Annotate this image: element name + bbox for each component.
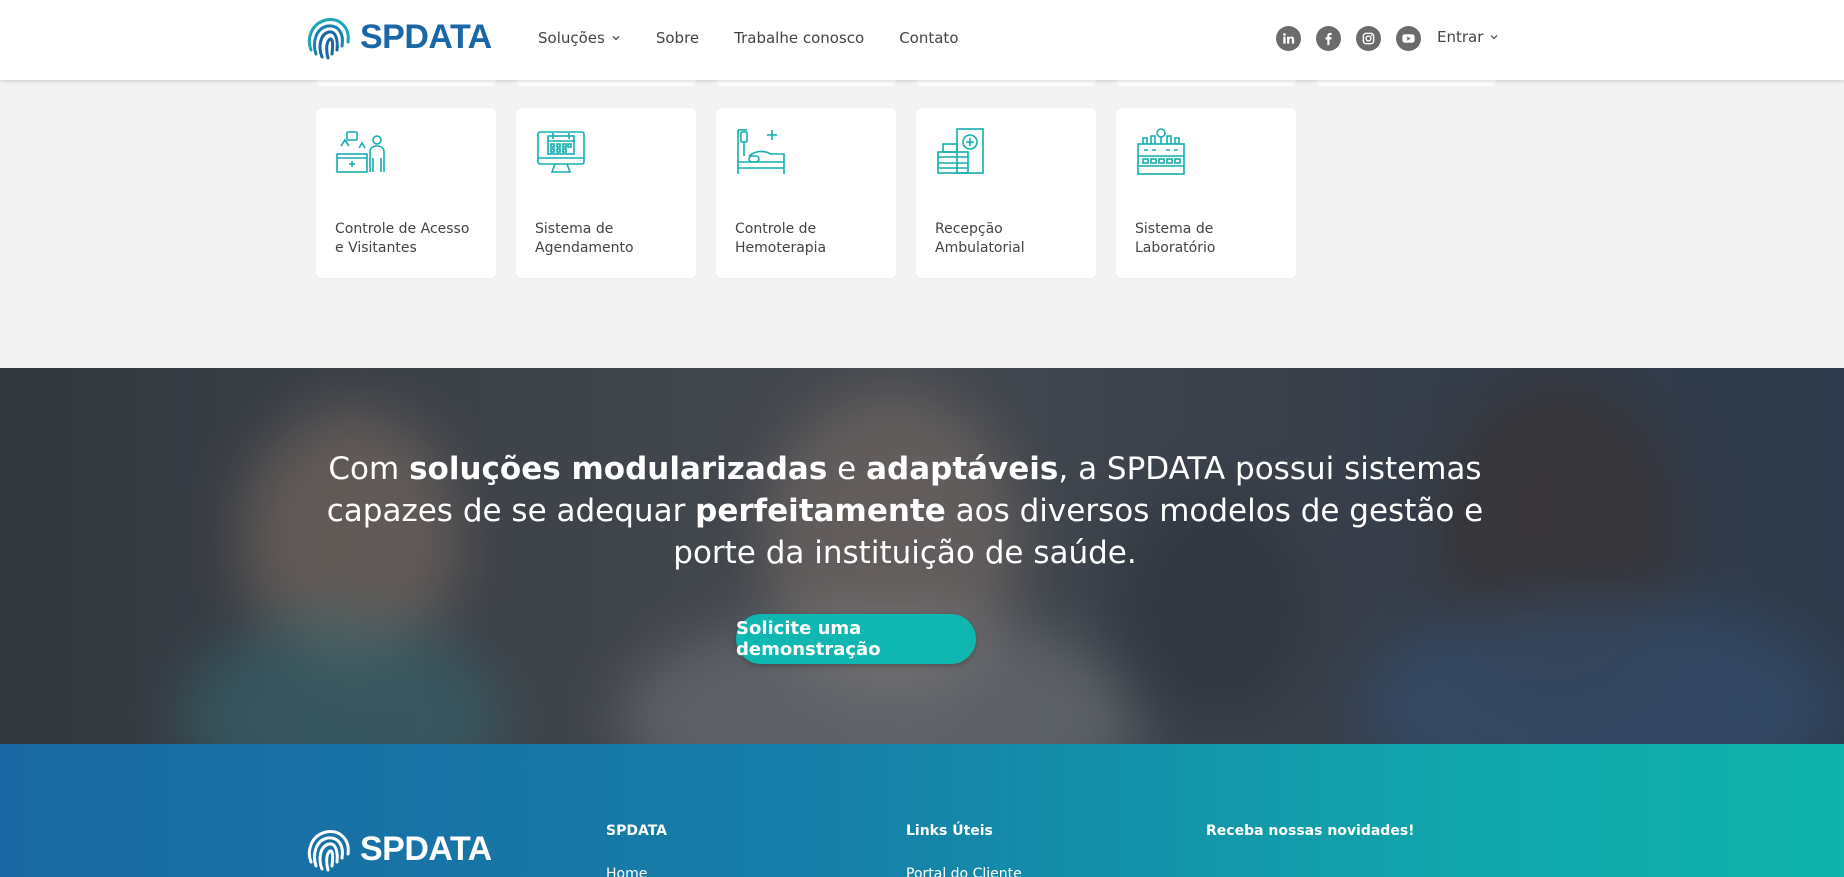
solution-card-controle-acesso[interactable]: Controle de Acesso e Visitantes	[316, 108, 496, 278]
site-footer: SPDATA SPDATA Home Links Úteis Portal do…	[0, 744, 1844, 877]
solution-card-laboratorio[interactable]: Sistema de Laboratório	[1116, 108, 1296, 278]
nav-trabalhe-conosco[interactable]: Trabalhe conosco	[734, 29, 864, 47]
solution-card-label: Sistema de Laboratório	[1135, 221, 1216, 256]
hero-text-bold: soluções modularizadas	[409, 451, 828, 487]
solution-card-recepcao-ambulatorial[interactable]: Recepção Ambulatorial	[916, 108, 1096, 278]
solution-card-label: Recepção Ambulatorial	[935, 221, 1025, 256]
reception-desk-icon	[336, 131, 385, 173]
solution-card-agendamento[interactable]: Sistema de Agendamento	[516, 108, 696, 278]
hero-text-part: e	[827, 451, 867, 487]
laboratory-icon	[1137, 128, 1185, 175]
request-demo-button[interactable]: Solicite uma demonstração	[736, 614, 976, 664]
footer-column-title-spdata: SPDATA	[606, 823, 668, 839]
logo-text: SPDATA	[360, 17, 492, 56]
youtube-icon[interactable]	[1396, 26, 1421, 51]
fingerprint-logo-icon	[307, 18, 350, 60]
login-label: Entrar	[1437, 28, 1484, 46]
instagram-icon[interactable]	[1356, 26, 1381, 51]
footer-link-home[interactable]: Home	[606, 866, 647, 877]
fingerprint-logo-icon	[307, 830, 350, 872]
nav-contato[interactable]: Contato	[899, 29, 958, 47]
hero-headline: Com soluções modularizadas e adaptáveis,…	[300, 448, 1510, 574]
nav-solucoes[interactable]: Soluções	[538, 29, 621, 47]
solutions-grid: Controle de Acesso e Visitantes Sistema …	[316, 108, 1296, 278]
main-nav: Soluções Sobre Trabalhe conosco Contato	[538, 29, 994, 47]
solution-card-label: Controle de Hemoterapia	[735, 221, 827, 256]
hero-text-bold: perfeitamente	[695, 493, 946, 529]
linkedin-icon[interactable]	[1276, 26, 1301, 51]
site-header: SPDATA Soluções Sobre Trabalhe conosco C…	[0, 0, 1844, 80]
facebook-icon[interactable]	[1316, 26, 1341, 51]
nav-solucoes-label: Soluções	[538, 29, 605, 47]
footer-logo-text: SPDATA	[360, 829, 492, 868]
clinic-reception-icon	[937, 128, 984, 174]
login-dropdown[interactable]: Entrar	[1437, 28, 1499, 46]
calendar-monitor-icon	[537, 131, 585, 173]
hero-text-bold: adaptáveis	[866, 451, 1059, 487]
nav-sobre[interactable]: Sobre	[656, 29, 699, 47]
footer-column-title-newsletter: Receba nossas novidades!	[1206, 823, 1415, 839]
footer-logo[interactable]: SPDATA	[304, 824, 492, 874]
social-links	[1276, 26, 1421, 51]
solution-card-label: Controle de Acesso e Visitantes	[335, 221, 470, 256]
hero-banner: Com soluções modularizadas e adaptáveis,…	[0, 368, 1844, 744]
chevron-down-icon	[612, 36, 620, 41]
footer-column-title-links-uteis: Links Úteis	[906, 823, 993, 839]
footer-link-portal-cliente[interactable]: Portal do Cliente	[906, 866, 1022, 877]
hospital-bed-icon	[737, 129, 785, 174]
hero-text-part: Com	[328, 451, 410, 487]
solution-card-hemoterapia[interactable]: Controle de Hemoterapia	[716, 108, 896, 278]
spdata-logo[interactable]: SPDATA	[304, 12, 492, 62]
solution-card-label: Sistema de Agendamento	[535, 221, 634, 256]
chevron-down-icon	[1490, 35, 1498, 40]
